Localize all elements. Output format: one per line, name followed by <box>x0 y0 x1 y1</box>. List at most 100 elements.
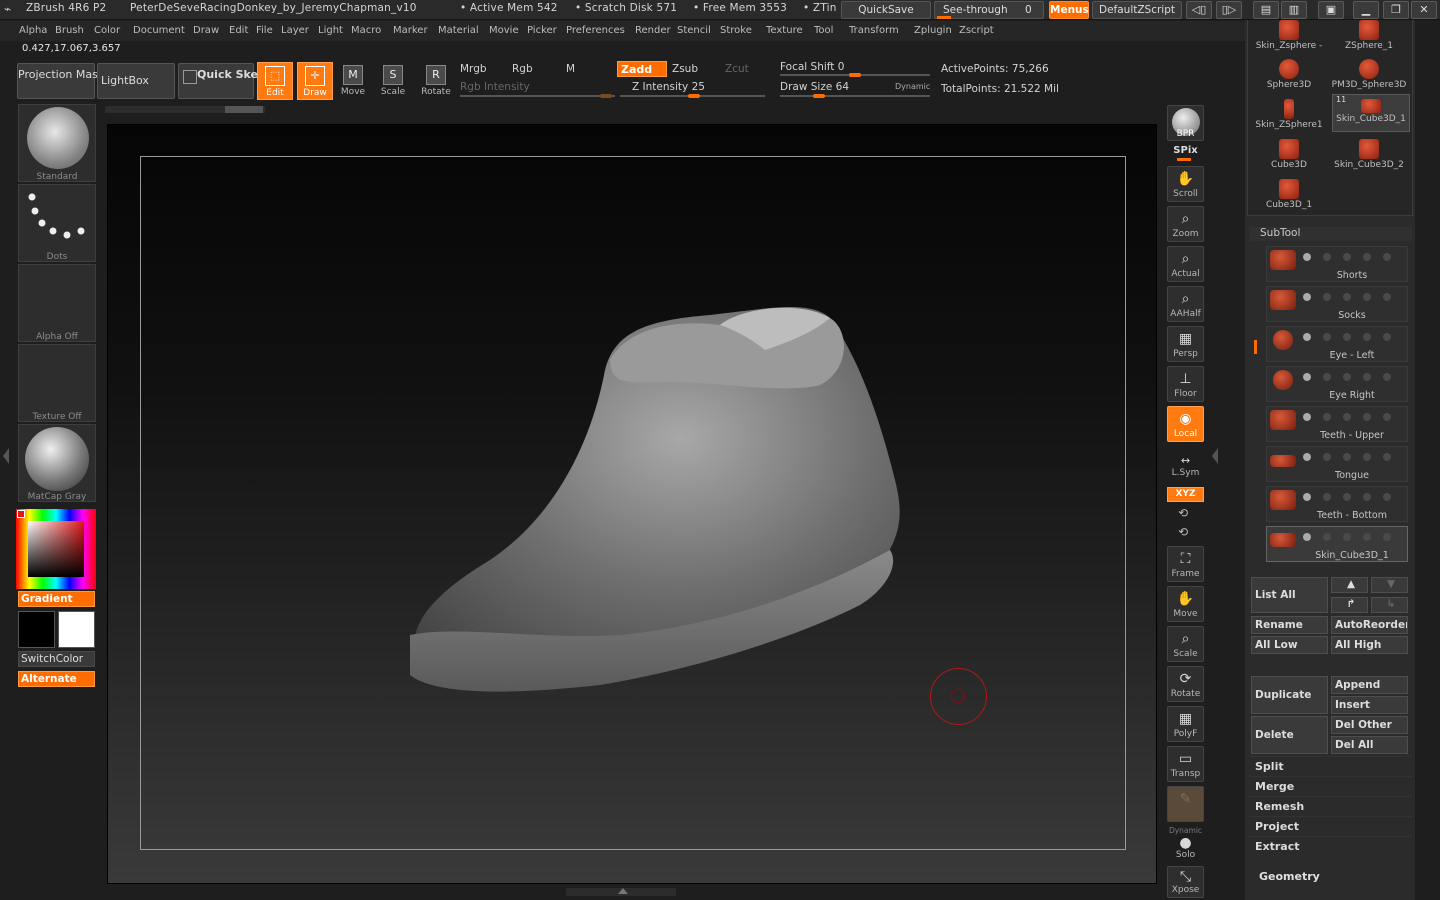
bottom-tray-handle[interactable] <box>566 888 676 896</box>
tool-tile[interactable]: PM3D_Sphere3D <box>1330 58 1408 96</box>
rgb-intensity-knob[interactable] <box>600 94 612 98</box>
ghost-button[interactable]: ✎ <box>1167 786 1204 822</box>
tray-scroller[interactable] <box>105 106 265 113</box>
menu-render[interactable]: Render <box>635 25 671 36</box>
z-rotation-icon[interactable]: ⟲ <box>1178 525 1188 539</box>
scale-mode-button[interactable]: S Scale <box>375 62 411 100</box>
menu-stencil[interactable]: Stencil <box>677 25 711 36</box>
tool-tile[interactable]: Cube3D_1 <box>1250 178 1328 216</box>
left-tray-toggle-icon[interactable] <box>3 448 9 464</box>
layout-right-icon[interactable]: ▯▷ <box>1216 1 1242 19</box>
menu-color[interactable]: Color <box>94 25 120 36</box>
subtool-toggles[interactable] <box>1303 493 1407 501</box>
menu-zscript[interactable]: Zscript <box>959 25 994 36</box>
focal-shift-slider[interactable]: Focal Shift 0 <box>780 61 844 73</box>
scroll-button[interactable]: ✋ Scroll <box>1167 166 1204 202</box>
default-zscript-button[interactable]: DefaultZScript <box>1092 1 1182 19</box>
subtool-toggles[interactable] <box>1303 373 1407 381</box>
menu-edit[interactable]: Edit <box>229 25 248 36</box>
subtool-toggles[interactable] <box>1303 253 1407 261</box>
menus-button[interactable]: Menus <box>1049 1 1089 19</box>
all-high-button[interactable]: All High <box>1331 636 1408 654</box>
menu-zplugin[interactable]: Zplugin <box>914 25 952 36</box>
subtool-item[interactable]: Teeth - Upper <box>1266 406 1408 442</box>
menu-stroke[interactable]: Stroke <box>720 25 752 36</box>
dynamic-toggle[interactable]: Dynamic <box>895 82 930 91</box>
move-mode-button[interactable]: M Move <box>335 62 371 100</box>
menu-file[interactable]: File <box>256 25 273 36</box>
all-low-button[interactable]: All Low <box>1251 636 1328 654</box>
del-other-button[interactable]: Del Other <box>1331 716 1408 734</box>
menu-light[interactable]: Light <box>318 25 343 36</box>
rgb-button[interactable]: Rgb <box>512 63 533 75</box>
menu-draw[interactable]: Draw <box>193 25 219 36</box>
material-slot[interactable]: MatCap Gray <box>18 424 96 502</box>
subtool-scroll-marker[interactable] <box>1254 340 1257 354</box>
draw-size-knob[interactable] <box>813 94 825 98</box>
solo-button[interactable]: ● Solo <box>1167 834 1204 864</box>
menu-alpha[interactable]: Alpha <box>19 25 47 36</box>
mrgb-button[interactable]: Mrgb <box>460 63 487 75</box>
subtool-item-selected[interactable]: Skin_Cube3D_1 <box>1266 526 1408 562</box>
alternate-button[interactable]: Alternate <box>18 671 95 687</box>
switch-color-button[interactable]: SwitchColor <box>18 651 95 667</box>
stroke-slot[interactable]: Dots <box>18 184 96 262</box>
y-rotation-icon[interactable]: ⟲ <box>1178 506 1188 520</box>
secondary-color-swatch[interactable] <box>58 611 95 648</box>
subtool-toggles[interactable] <box>1303 453 1407 461</box>
arrow-down-right-icon[interactable]: ↳ <box>1371 597 1408 613</box>
menu-preferences[interactable]: Preferences <box>566 25 625 36</box>
draw-mode-button[interactable]: ✛ Draw <box>297 62 333 100</box>
bottom-tray-toggle-icon[interactable] <box>618 888 628 894</box>
tool-tile[interactable]: Skin_Zsphere - <box>1250 20 1328 58</box>
z-intensity-slider[interactable]: Z Intensity 25 <box>632 81 705 93</box>
menu-macro[interactable]: Macro <box>351 25 381 36</box>
gradient-button[interactable]: Gradient <box>18 591 95 607</box>
rotate-view-button[interactable]: ⟳ Rotate <box>1167 666 1204 702</box>
menu-material[interactable]: Material <box>438 25 479 36</box>
tool-tile[interactable]: Skin_ZSphere1 <box>1250 98 1328 136</box>
subtool-toggles[interactable] <box>1303 333 1407 341</box>
right-tray-toggle-icon[interactable] <box>1212 448 1218 464</box>
restore-icon[interactable]: ❐ <box>1383 1 1409 19</box>
subtool-item[interactable]: Socks <box>1266 286 1408 322</box>
menu-document[interactable]: Document <box>133 25 185 36</box>
draw-size-slider[interactable]: Draw Size 64 <box>780 81 849 93</box>
frame-button[interactable]: ⛶ Frame <box>1167 546 1204 582</box>
subtool-toggles[interactable] <box>1303 293 1407 301</box>
actual-button[interactable]: ⌕ Actual <box>1167 246 1204 282</box>
xpose-button[interactable]: ⤡ Xpose <box>1167 866 1204 898</box>
spix-knob[interactable] <box>1177 158 1191 161</box>
menu-movie[interactable]: Movie <box>489 25 519 36</box>
z-intensity-knob[interactable] <box>688 94 700 98</box>
menu-texture[interactable]: Texture <box>766 25 803 36</box>
subtool-item[interactable]: Tongue <box>1266 446 1408 482</box>
tool-tile[interactable]: Skin_Cube3D_2 <box>1330 138 1408 176</box>
duplicate-button[interactable]: Duplicate <box>1251 676 1328 714</box>
texture-slot[interactable]: Texture Off <box>18 344 96 422</box>
brush-slot[interactable]: Standard <box>18 104 96 182</box>
insert-button[interactable]: Insert <box>1331 696 1408 714</box>
transp-button[interactable]: ▭ Transp <box>1167 746 1204 782</box>
lightbox-button[interactable]: LightBox <box>97 63 175 99</box>
split-section[interactable]: Split <box>1250 756 1412 776</box>
geometry-section[interactable]: Geometry <box>1259 870 1320 883</box>
tool-tile[interactable]: Cube3D <box>1250 138 1328 176</box>
spix-slider[interactable]: SPix <box>1167 145 1204 156</box>
list-all-button[interactable]: List All <box>1251 577 1328 613</box>
menu-marker[interactable]: Marker <box>393 25 428 36</box>
ui-colors-icon[interactable]: ▥ <box>1281 1 1307 19</box>
see-through-slider[interactable]: See-through 0 <box>934 1 1044 19</box>
auto-reorder-button[interactable]: AutoReorder <box>1331 616 1408 634</box>
project-section[interactable]: Project <box>1250 816 1412 836</box>
local-button[interactable]: ◉ Local <box>1167 406 1204 442</box>
move-view-button[interactable]: ✋ Move <box>1167 586 1204 622</box>
move-up-icon[interactable]: ▲ <box>1331 577 1368 593</box>
shoe-mesh[interactable] <box>380 290 920 710</box>
alpha-slot[interactable]: Alpha Off <box>18 264 96 342</box>
subtool-item[interactable]: Eye - Left <box>1266 326 1408 362</box>
color-picker[interactable] <box>16 509 96 589</box>
arrow-up-right-icon[interactable]: ↱ <box>1331 597 1368 613</box>
delete-button[interactable]: Delete <box>1251 716 1328 754</box>
main-color-swatch[interactable] <box>18 611 55 648</box>
